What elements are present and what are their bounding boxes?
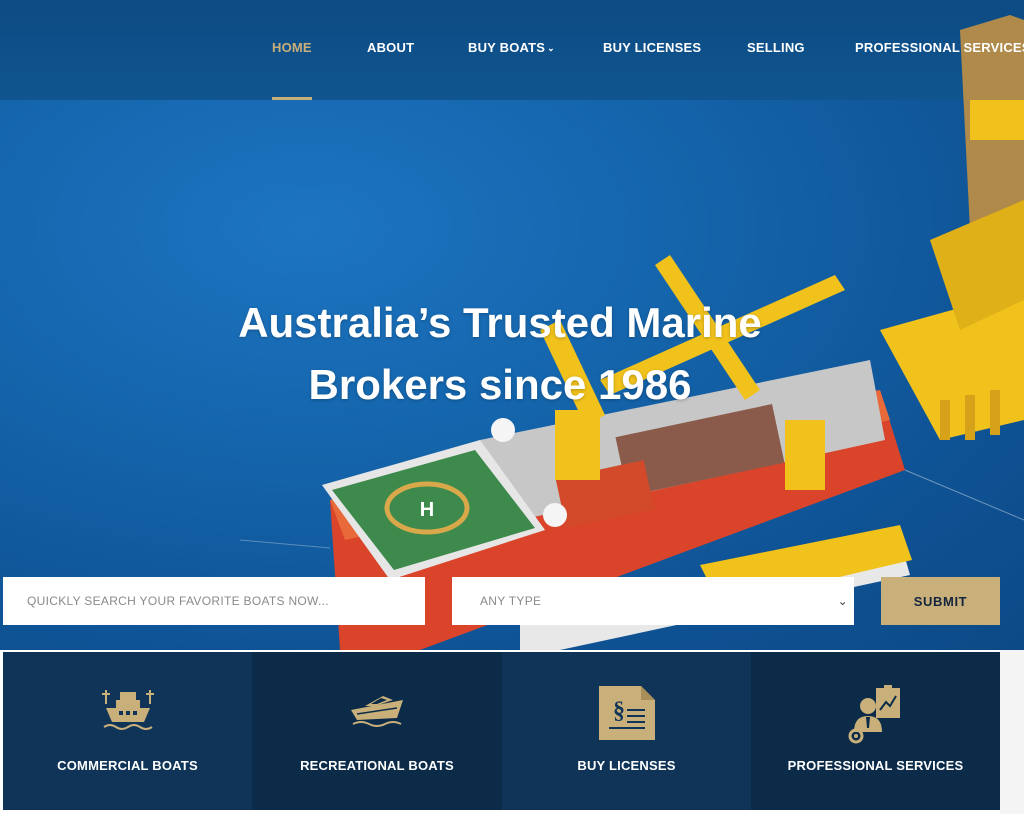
- nav-professional-services-label: PROFESSIONAL SERVICES: [855, 40, 1024, 55]
- tile-recreational-boats[interactable]: RECREATIONAL BOATS: [252, 652, 502, 810]
- nav-buy-licenses-label: BUY LICENSES: [603, 40, 702, 55]
- nav-selling-label: SELLING: [747, 40, 805, 55]
- hero-headline-line1: Australia’s Trusted Marine: [238, 299, 762, 346]
- tile-professional-services[interactable]: PROFESSIONAL SERVICES: [751, 652, 1000, 810]
- tile-commercial-boats[interactable]: COMMERCIAL BOATS: [3, 652, 252, 810]
- tile-recreational-boats-label: RECREATIONAL BOATS: [300, 758, 454, 773]
- nav-selling[interactable]: SELLING: [747, 40, 805, 100]
- tile-commercial-boats-label: COMMERCIAL BOATS: [57, 758, 198, 773]
- tile-buy-licenses[interactable]: § BUY LICENSES: [502, 652, 751, 810]
- nav-buy-boats[interactable]: BUY BOATS ⌄: [468, 40, 555, 100]
- nav-about-label: ABOUT: [367, 40, 415, 55]
- license-document-icon: §: [598, 686, 655, 740]
- search-input[interactable]: [3, 577, 425, 625]
- nav-buy-licenses[interactable]: BUY LICENSES: [603, 40, 701, 100]
- nav-home[interactable]: HOME: [272, 40, 312, 100]
- page-gutter: [1000, 650, 1024, 814]
- svg-text:§: §: [613, 698, 625, 724]
- type-select-value: ANY TYPE: [480, 594, 542, 608]
- tile-professional-services-label: PROFESSIONAL SERVICES: [787, 758, 964, 773]
- main-nav: HOME ABOUT BUY BOATS ⌄ BUY LICENSES SELLI…: [0, 0, 1024, 100]
- type-select[interactable]: ANY TYPE ⌄: [452, 577, 854, 625]
- nav-home-label: HOME: [272, 40, 312, 55]
- professional-services-icon: [848, 685, 900, 744]
- nav-professional-services[interactable]: PROFESSIONAL SERVICES: [855, 40, 1024, 100]
- tile-buy-licenses-label: BUY LICENSES: [577, 758, 676, 773]
- svg-text:H: H: [420, 499, 434, 521]
- hero-headline: Australia’s Trusted Marine Brokers since…: [0, 292, 1000, 416]
- category-tiles: COMMERCIAL BOATS RECREATIONAL BOATS § BU…: [3, 652, 1000, 810]
- nav-about[interactable]: ABOUT: [367, 40, 414, 100]
- submit-button[interactable]: SUBMIT: [881, 577, 1000, 625]
- chevron-down-icon: ⌄: [837, 594, 848, 608]
- chevron-down-icon: ⌄: [547, 43, 555, 53]
- speedboat-icon: [351, 696, 403, 727]
- commercial-boat-icon: [101, 690, 154, 730]
- hero-headline-line2: Brokers since 1986: [308, 361, 692, 408]
- nav-buy-boats-label: BUY BOATS: [468, 40, 546, 55]
